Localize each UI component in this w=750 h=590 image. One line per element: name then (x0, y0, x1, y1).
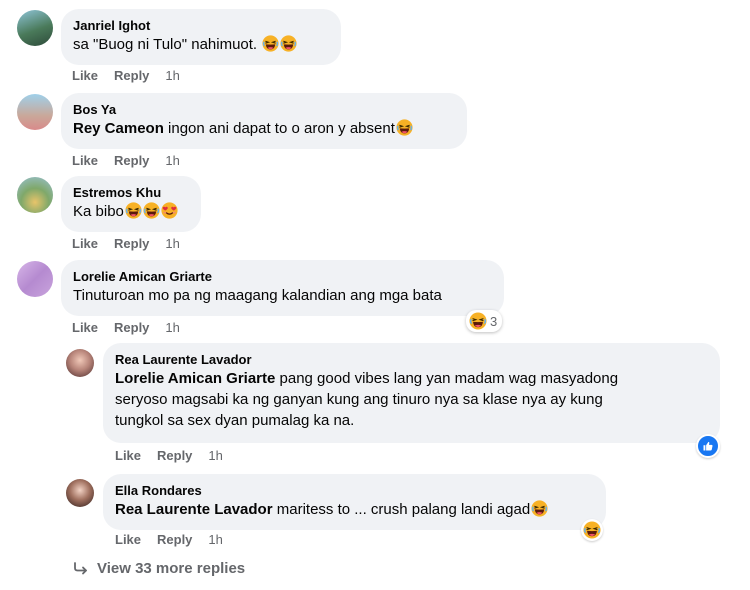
avatar[interactable] (66, 479, 94, 507)
avatar[interactable] (66, 349, 94, 377)
laugh-emoji-icon (280, 35, 297, 52)
avatar[interactable] (17, 177, 53, 213)
comment-actions: Like Reply 1h (72, 153, 196, 168)
mention-link[interactable]: Rea Laurente Lavador (115, 501, 273, 518)
laugh-emoji-icon (262, 35, 279, 52)
laugh-emoji-icon (583, 521, 601, 539)
like-link[interactable]: Like (72, 153, 98, 168)
comment-actions: Like Reply 1h (115, 532, 239, 547)
comment-bubble: Janriel Ighot sa "Buog ni Tulo" nahimuot… (61, 9, 341, 65)
reply-link[interactable]: Reply (157, 532, 192, 547)
reply-link[interactable]: Reply (157, 448, 192, 463)
like-link[interactable]: Like (72, 320, 98, 335)
comment-text: sa "Buog ni Tulo" nahimuot. (73, 36, 258, 53)
comment-text: maritess to ... crush palang landi agad (272, 501, 531, 518)
comment-bubble: Lorelie Amican Griarte Tinuturoan mo pa … (61, 260, 504, 316)
commenter-name[interactable]: Bos Ya (73, 101, 455, 118)
love-emoji-icon (161, 202, 178, 219)
commenter-name[interactable]: Rea Laurente Lavador (115, 351, 708, 368)
laugh-emoji-icon (469, 312, 487, 330)
view-more-replies-link[interactable]: View 33 more replies (73, 560, 245, 577)
comment-text: ingon ani dapat to o aron y absent (163, 120, 395, 137)
reply-link[interactable]: Reply (114, 320, 149, 335)
reply-link[interactable]: Reply (114, 68, 149, 83)
timestamp[interactable]: 1h (165, 153, 179, 168)
avatar[interactable] (17, 10, 53, 46)
comment-bubble: Ella Rondares Rea Laurente Lavador marit… (103, 474, 606, 530)
comment-text: Ka bibo (73, 203, 124, 220)
timestamp[interactable]: 1h (165, 320, 179, 335)
timestamp[interactable]: 1h (208, 532, 222, 547)
reply-arrow-icon (74, 561, 87, 574)
comment-actions: Like Reply 1h (72, 320, 196, 335)
reply-link[interactable]: Reply (114, 153, 149, 168)
reaction-count: 3 (490, 313, 498, 329)
comment-actions: Like Reply 1h (115, 448, 239, 463)
laugh-reaction-icon[interactable] (581, 519, 603, 541)
mention-link[interactable]: Rey Cameon (73, 120, 164, 137)
comment-actions: Like Reply 1h (72, 68, 196, 83)
comment-bubble: Bos Ya Rey Cameon ingon ani dapat to o a… (61, 93, 467, 149)
timestamp[interactable]: 1h (165, 236, 179, 251)
like-link[interactable]: Like (72, 68, 98, 83)
reaction-summary[interactable]: 3 (466, 310, 503, 332)
view-more-replies-label: View 33 more replies (97, 560, 246, 577)
laugh-emoji-icon (396, 119, 413, 136)
reply-text-line: tungkol sa sex dyan pumalag ka na. (115, 412, 355, 429)
avatar[interactable] (17, 94, 53, 130)
like-reaction-icon[interactable] (696, 434, 720, 458)
reply-text-line: pang good vibes lang yan madam wag masya… (275, 370, 619, 387)
mention-link[interactable]: Lorelie Amican Griarte (115, 370, 275, 387)
reply-text-line: seryoso magsabi ka ng ganyan kung ang ti… (115, 391, 603, 408)
like-link[interactable]: Like (115, 532, 141, 547)
comment-actions: Like Reply 1h (72, 236, 196, 251)
like-link[interactable]: Like (115, 448, 141, 463)
commenter-name[interactable]: Ella Rondares (115, 482, 594, 499)
comment-text: Tinuturoan mo pa ng maagang kalandian an… (73, 287, 442, 304)
timestamp[interactable]: 1h (165, 68, 179, 83)
avatar[interactable] (17, 261, 53, 297)
commenter-name[interactable]: Janriel Ighot (73, 17, 329, 34)
timestamp[interactable]: 1h (208, 448, 222, 463)
laugh-emoji-icon (143, 202, 160, 219)
comment-bubble: Estremos Khu Ka bibo (61, 176, 201, 232)
comment-bubble: Rea Laurente Lavador Lorelie Amican Gria… (103, 343, 720, 443)
commenter-name[interactable]: Estremos Khu (73, 184, 189, 201)
commenter-name[interactable]: Lorelie Amican Griarte (73, 268, 492, 285)
like-link[interactable]: Like (72, 236, 98, 251)
laugh-emoji-icon (531, 500, 548, 517)
laugh-emoji-icon (125, 202, 142, 219)
reply-link[interactable]: Reply (114, 236, 149, 251)
